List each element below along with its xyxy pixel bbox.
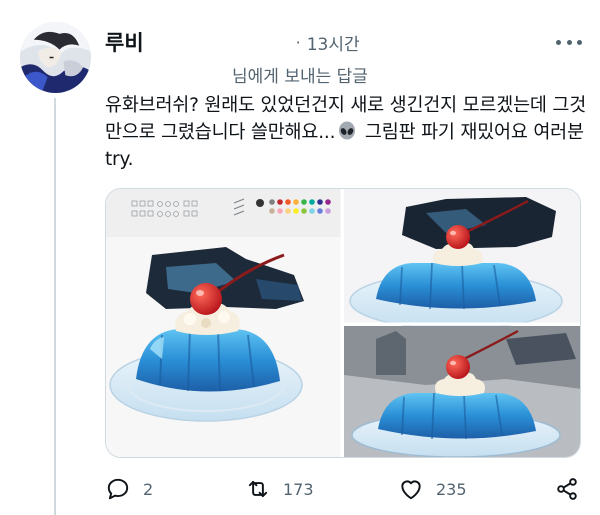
separator-dot: ·	[295, 32, 301, 52]
reply-bubble-icon	[107, 478, 129, 500]
alien-emoji-icon	[337, 121, 357, 141]
thread-line	[54, 98, 56, 515]
tweet-header: 루비 · 13시간	[105, 28, 582, 56]
share-button[interactable]	[554, 472, 580, 506]
like-count: 235	[436, 479, 467, 499]
timestamp[interactable]: 13시간	[307, 30, 360, 55]
share-icon	[557, 478, 577, 500]
like-button[interactable]: 235	[398, 472, 467, 506]
media-image-2[interactable]	[344, 189, 581, 330]
reply-to-label[interactable]: 님에게 보내는 답글	[232, 62, 368, 87]
media-grid[interactable]	[105, 188, 581, 458]
reply-button[interactable]: 2	[105, 472, 153, 506]
more-dots-icon[interactable]	[556, 32, 582, 52]
media-image-3[interactable]	[344, 326, 581, 458]
action-bar: 2 173 235	[105, 472, 585, 506]
retweet-count: 173	[283, 479, 314, 499]
retweet-icon	[248, 480, 268, 498]
retweet-button[interactable]: 173	[245, 472, 314, 506]
author-name[interactable]: 루비	[105, 27, 144, 57]
media-image-1[interactable]	[106, 189, 342, 458]
tweet-text: 유화브러쉬? 원래도 있었던건지 새로 생긴건지 모르겠는데 그것만으로 그렸습…	[105, 92, 591, 173]
heart-icon	[401, 480, 421, 500]
reply-count: 2	[143, 479, 154, 499]
avatar[interactable]	[20, 22, 91, 93]
